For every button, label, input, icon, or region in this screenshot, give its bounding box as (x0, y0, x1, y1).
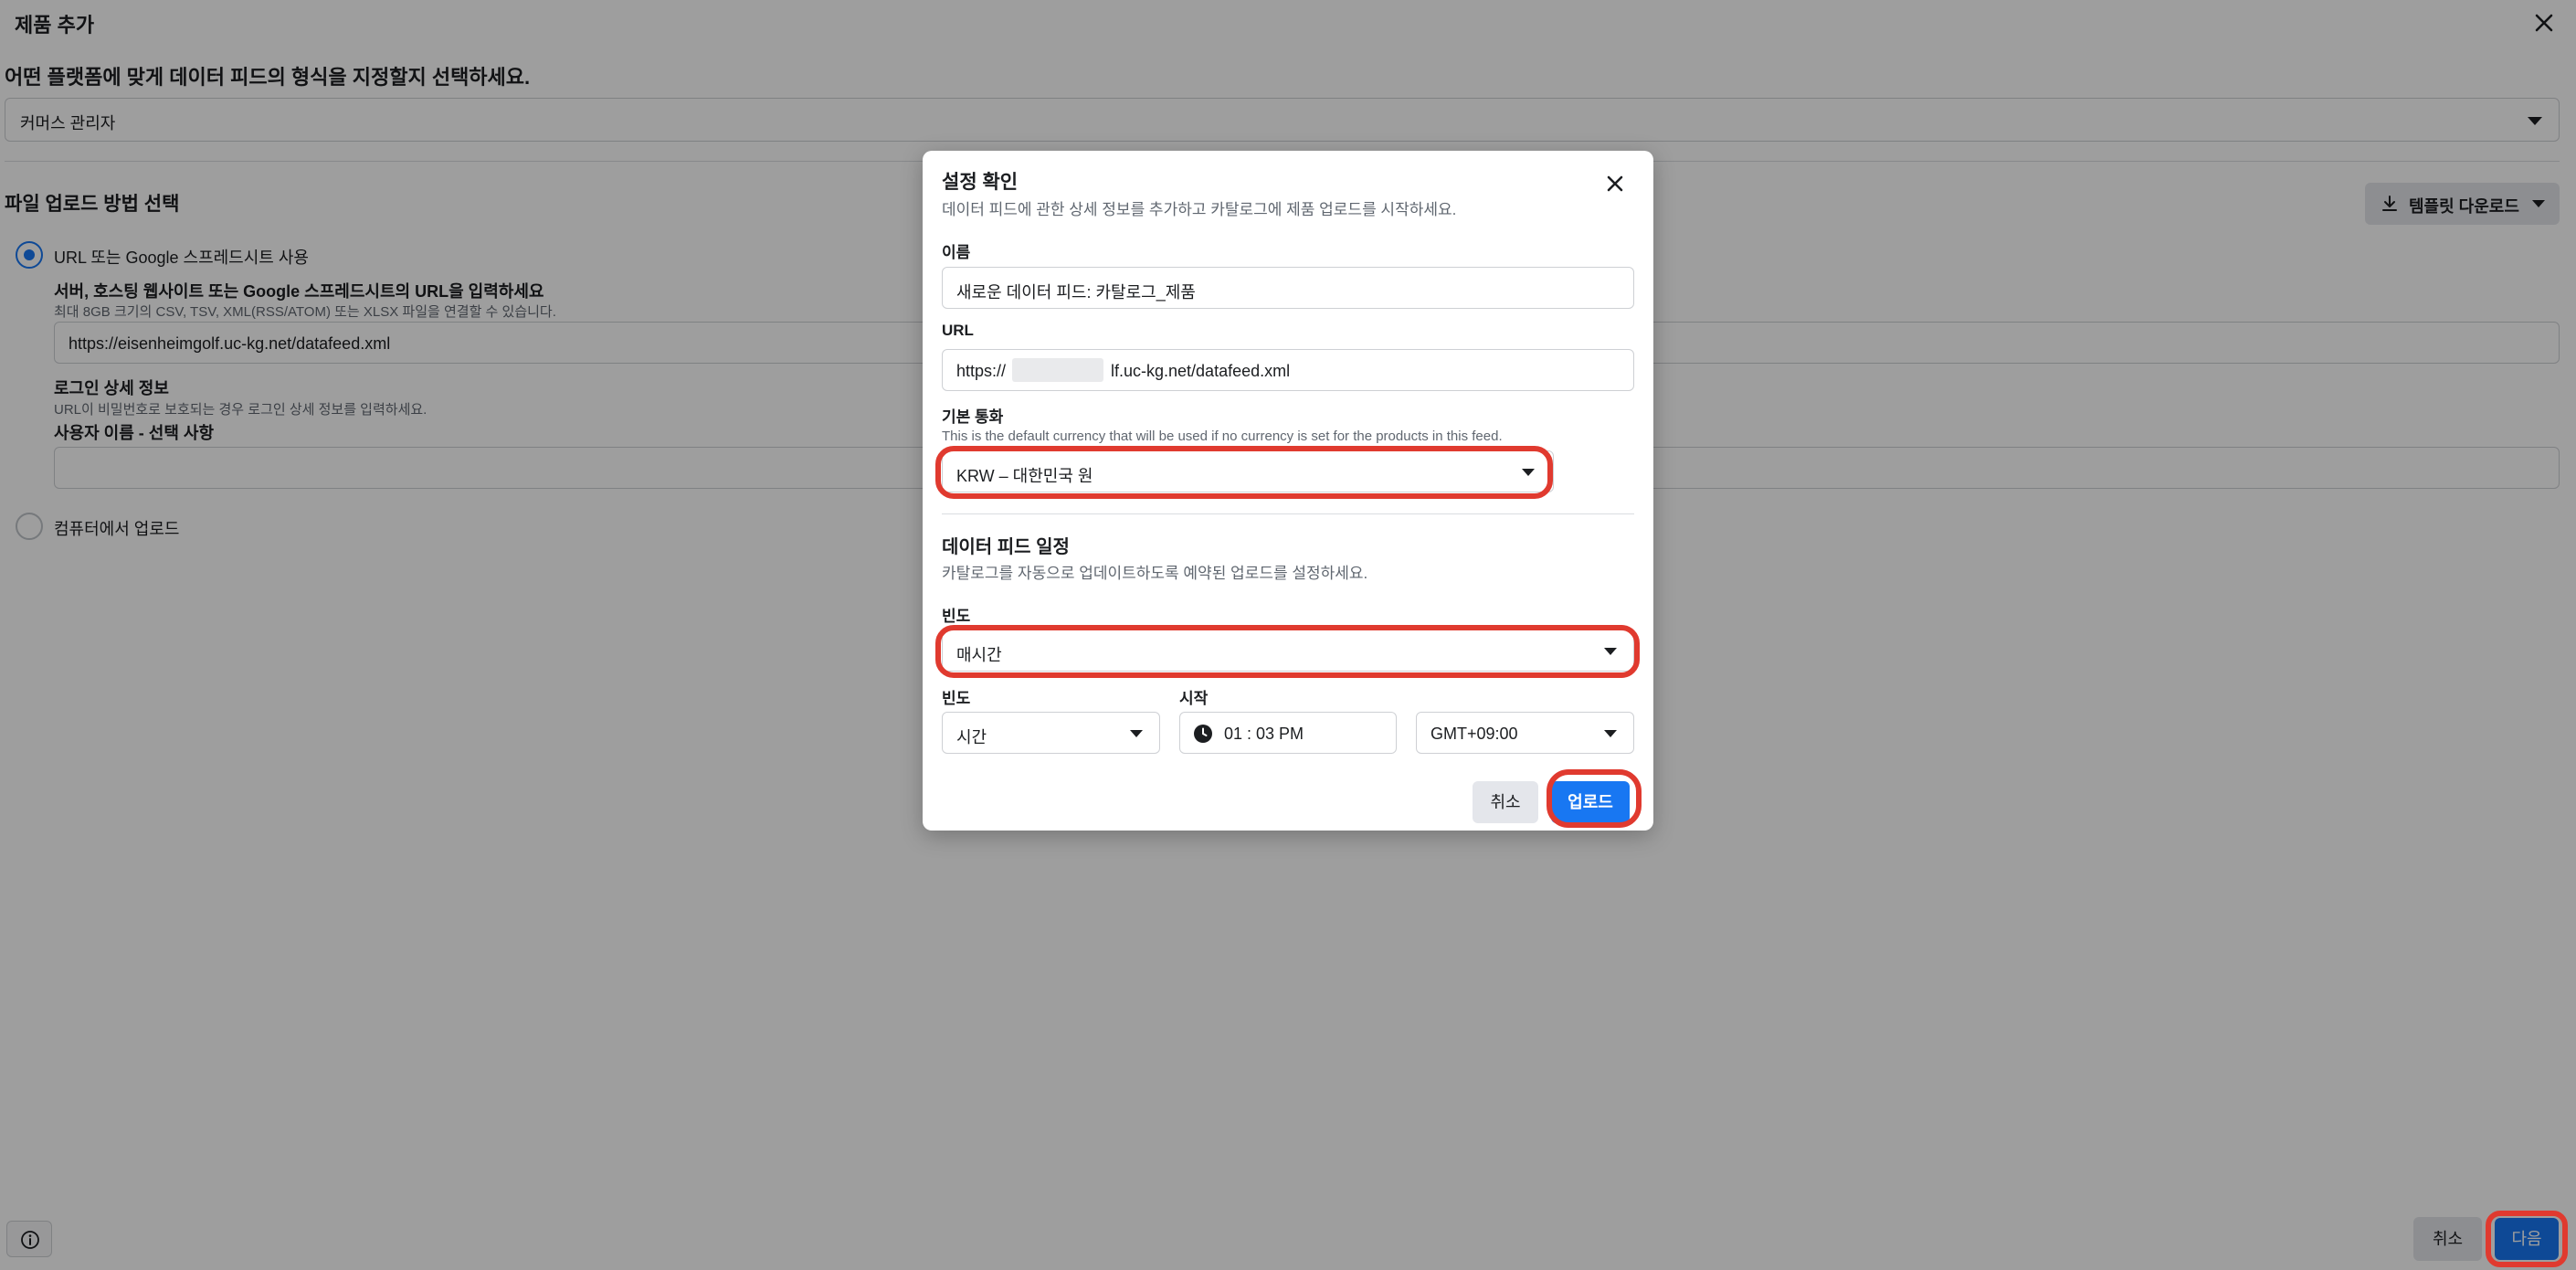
clock-icon (1194, 725, 1212, 743)
dialog-title: 설정 확인 (942, 172, 1019, 193)
schedule-title: 데이터 피드 일정 (942, 537, 1070, 557)
caret-down-icon (1604, 730, 1617, 737)
dialog-cancel-button[interactable]: 취소 (1473, 781, 1538, 823)
highlight-ring (1547, 769, 1642, 828)
timezone-select-value: GMT+09:00 (1431, 725, 1518, 743)
start-label: 시작 (1179, 690, 1209, 707)
url-label: URL (942, 322, 974, 339)
name-input-value: 새로운 데이터 피드: 카탈로그_제품 (956, 283, 1196, 302)
highlight-ring (935, 446, 1553, 499)
dialog-subtitle: 데이터 피드에 관한 상세 정보를 추가하고 카탈로그에 제품 업로드를 시작하… (942, 201, 1457, 218)
timezone-select[interactable]: GMT+09:00 (1416, 712, 1634, 754)
start-time-input[interactable]: 01 : 03 PM (1179, 712, 1397, 754)
close-icon[interactable] (1600, 169, 1630, 198)
name-input[interactable]: 새로운 데이터 피드: 카탈로그_제품 (942, 267, 1634, 309)
caret-down-icon (1130, 730, 1143, 737)
currency-help: This is the default currency that will b… (942, 429, 1503, 444)
divider (942, 513, 1634, 514)
start-time-value: 01 : 03 PM (1224, 725, 1304, 743)
feed-url-suffix: lf.uc-kg.net/datafeed.xml (1111, 362, 1291, 380)
highlight-ring (2486, 1211, 2568, 1267)
schedule-subtitle: 카탈로그를 자동으로 업데이트하도록 예약된 업로드를 설정하세요. (942, 565, 1368, 582)
feed-url-prefix: https:// (956, 362, 1007, 380)
interval-select-value: 시간 (956, 728, 987, 746)
frequency-label: 빈도 (942, 608, 971, 625)
highlight-ring (935, 625, 1640, 678)
redacted-block (1012, 358, 1103, 382)
currency-label: 기본 통화 (942, 408, 1004, 426)
interval-select[interactable]: 시간 (942, 712, 1160, 754)
name-label: 이름 (942, 244, 971, 261)
feed-url-input[interactable]: https:// lf.uc-kg.net/datafeed.xml (942, 349, 1634, 391)
interval-label: 빈도 (942, 690, 971, 707)
